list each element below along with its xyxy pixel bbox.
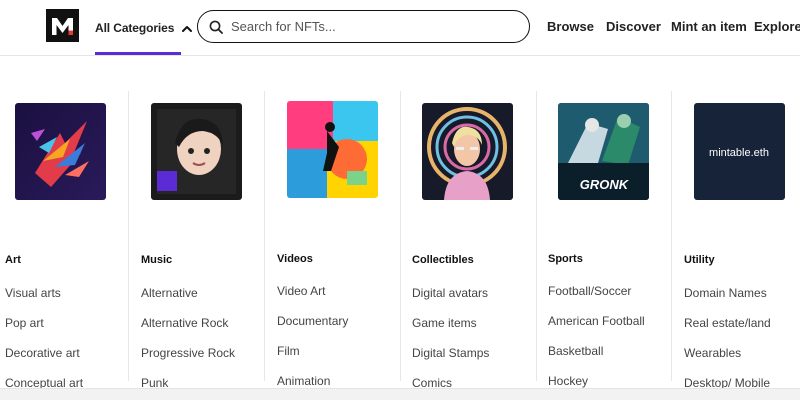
category-title-sports[interactable]: Sports bbox=[548, 253, 583, 265]
category-link[interactable]: Alternative bbox=[141, 286, 198, 300]
mintable-logo[interactable] bbox=[46, 9, 79, 42]
art-thumbnail[interactable] bbox=[15, 103, 106, 200]
music-thumbnail[interactable] bbox=[151, 103, 242, 200]
column-divider bbox=[536, 91, 537, 381]
category-link[interactable]: Documentary bbox=[277, 314, 348, 328]
categories-active-underline bbox=[95, 52, 181, 55]
nav-discover[interactable]: Discover bbox=[606, 0, 661, 52]
category-title-art[interactable]: Art bbox=[5, 254, 21, 266]
column-divider bbox=[671, 91, 672, 381]
category-link[interactable]: Real estate/land bbox=[684, 316, 771, 330]
category-link[interactable]: Animation bbox=[277, 374, 330, 388]
category-title-collectibles[interactable]: Collectibles bbox=[412, 254, 474, 266]
category-title-music[interactable]: Music bbox=[141, 254, 172, 266]
category-column-collectibles: Collectibles Digital avatars Game items … bbox=[412, 91, 548, 390]
category-link[interactable]: Visual arts bbox=[5, 286, 61, 300]
search-icon bbox=[209, 20, 223, 34]
sports-thumbnail-caption: GRONK bbox=[580, 177, 630, 192]
category-column-utility: mintable.eth Utility Domain Names Real e… bbox=[684, 91, 800, 390]
nav-browse[interactable]: Browse bbox=[547, 0, 594, 52]
category-link[interactable]: Pop art bbox=[5, 316, 44, 330]
category-link[interactable]: Domain Names bbox=[684, 286, 767, 300]
category-link[interactable]: Hockey bbox=[548, 374, 588, 388]
all-categories-label: All Categories bbox=[95, 21, 175, 35]
category-link[interactable]: Game items bbox=[412, 316, 477, 330]
category-link[interactable]: Basketball bbox=[548, 344, 603, 358]
top-header: All Categories Browse Discover Mint an i… bbox=[0, 0, 800, 56]
page-bottom-strip bbox=[0, 388, 800, 400]
category-link[interactable]: Digital avatars bbox=[412, 286, 488, 300]
nav-explore[interactable]: Explore bbox=[754, 0, 800, 52]
category-link[interactable]: American Football bbox=[548, 314, 645, 328]
category-link[interactable]: Decorative art bbox=[5, 346, 80, 360]
nav-mint-an-item[interactable]: Mint an item bbox=[671, 0, 747, 52]
column-divider bbox=[128, 91, 129, 381]
category-column-videos: Videos Video Art Documentary Film Animat… bbox=[277, 91, 413, 388]
column-divider bbox=[264, 91, 265, 381]
search-input[interactable] bbox=[231, 19, 521, 34]
category-link[interactable]: Wearables bbox=[684, 346, 741, 360]
chevron-up-icon bbox=[182, 19, 193, 37]
search-bar[interactable] bbox=[197, 10, 530, 43]
utility-thumbnail-caption: mintable.eth bbox=[709, 147, 769, 159]
category-link[interactable]: Football/Soccer bbox=[548, 284, 631, 298]
category-link[interactable]: Video Art bbox=[277, 284, 325, 298]
category-column-sports: GRONK Sports Football/Soccer American Fo… bbox=[548, 91, 684, 388]
all-categories-dropdown[interactable]: All Categories bbox=[95, 0, 193, 56]
category-title-utility[interactable]: Utility bbox=[684, 254, 715, 266]
category-title-videos[interactable]: Videos bbox=[277, 253, 313, 265]
category-link[interactable]: Alternative Rock bbox=[141, 316, 228, 330]
collectibles-thumbnail[interactable] bbox=[422, 103, 513, 200]
column-divider bbox=[400, 91, 401, 381]
sports-thumbnail[interactable]: GRONK bbox=[558, 103, 649, 200]
category-column-music: Music Alternative Alternative Rock Progr… bbox=[141, 91, 277, 390]
categories-mega-menu: Art Visual arts Pop art Decorative art C… bbox=[0, 57, 800, 390]
mintable-logo-icon bbox=[46, 9, 79, 42]
category-link[interactable]: Film bbox=[277, 344, 300, 358]
category-link[interactable]: Digital Stamps bbox=[412, 346, 489, 360]
category-column-art: Art Visual arts Pop art Decorative art C… bbox=[5, 91, 141, 390]
category-link[interactable]: Progressive Rock bbox=[141, 346, 235, 360]
videos-thumbnail[interactable] bbox=[287, 101, 378, 198]
utility-thumbnail[interactable]: mintable.eth bbox=[694, 103, 785, 200]
